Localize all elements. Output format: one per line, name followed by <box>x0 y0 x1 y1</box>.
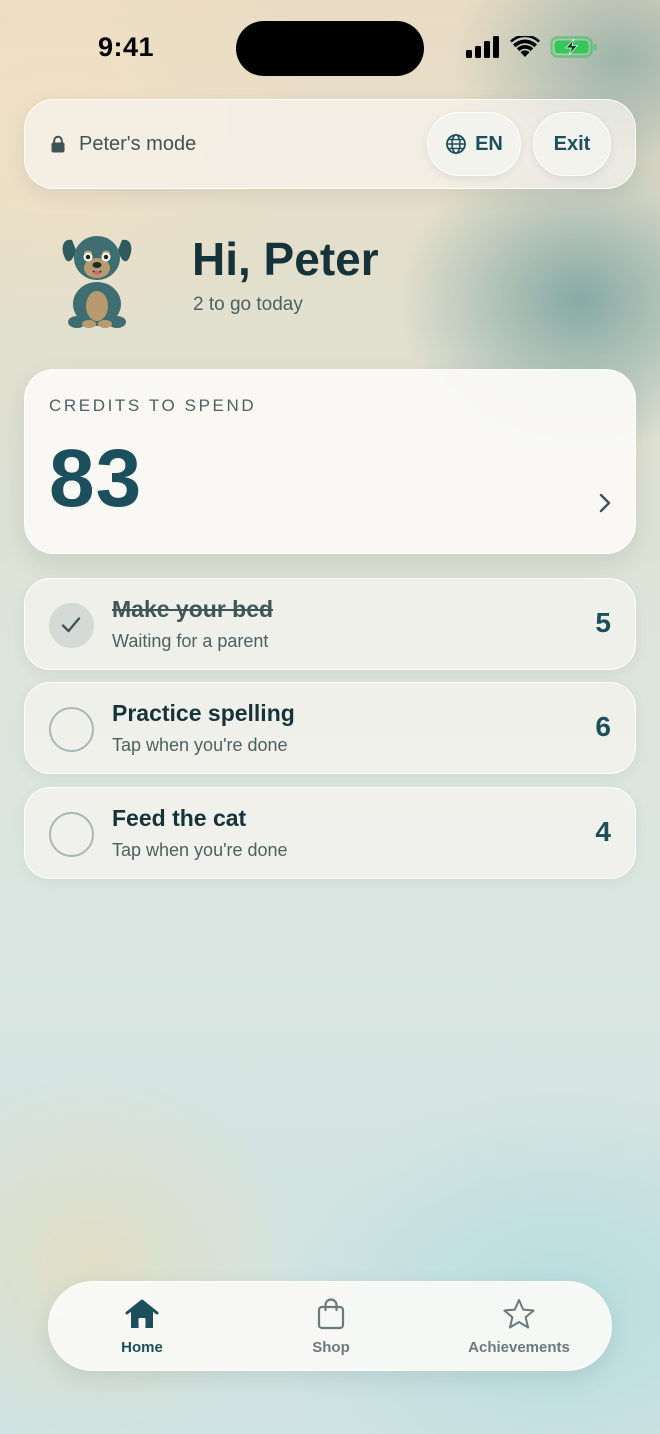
task-checkbox[interactable] <box>49 707 94 752</box>
task-credits: 4 <box>595 816 611 847</box>
greeting-subtitle: 2 to go today <box>193 294 303 315</box>
tab-label: Achievements <box>468 1339 570 1356</box>
status-icons <box>466 34 598 60</box>
task-status: Tap when you're done <box>112 840 288 860</box>
home-icon <box>125 1299 159 1328</box>
task-card-practice-spelling[interactable]: Practice spelling Tap when you're done 6 <box>24 682 636 774</box>
status-bar: 9:41 <box>0 0 660 96</box>
credits-label: CREDITS TO SPEND <box>49 396 257 415</box>
task-card-make-your-bed[interactable]: Make your bed Waiting for a parent 5 <box>24 578 636 670</box>
language-label: EN <box>475 132 503 155</box>
credits-value: 83 <box>49 433 143 524</box>
dog-avatar-icon <box>62 236 132 328</box>
shopping-bag-icon <box>317 1298 345 1330</box>
tab-home[interactable]: Home <box>67 1282 217 1372</box>
task-credits: 6 <box>595 711 611 742</box>
task-title: Feed the cat <box>112 805 247 831</box>
bottom-tab-bar: Home Shop Achievements <box>48 1281 612 1371</box>
task-checkbox[interactable] <box>49 812 94 857</box>
task-card-feed-the-cat[interactable]: Feed the cat Tap when you're done 4 <box>24 787 636 879</box>
task-status: Tap when you're done <box>112 735 288 755</box>
task-title: Practice spelling <box>112 700 295 726</box>
task-checkbox[interactable] <box>49 603 94 648</box>
tab-shop[interactable]: Shop <box>256 1282 406 1372</box>
credits-card[interactable]: CREDITS TO SPEND 83 <box>24 369 636 554</box>
chevron-right-icon <box>599 493 611 513</box>
lock-icon <box>51 135 65 153</box>
task-credits: 5 <box>595 607 611 638</box>
dynamic-island <box>236 21 424 76</box>
star-icon <box>503 1299 535 1329</box>
greeting-title: Hi, Peter <box>192 233 379 285</box>
tab-label: Home <box>121 1339 163 1356</box>
cellular-signal-icon <box>466 36 499 58</box>
wifi-icon <box>510 36 540 57</box>
battery-charging-icon <box>550 36 597 58</box>
task-status: Waiting for a parent <box>112 631 269 651</box>
globe-icon <box>446 134 466 154</box>
mode-label: Peter's mode <box>79 133 197 155</box>
mode-header: Peter's mode EN Exit <box>24 99 636 189</box>
status-time: 9:41 <box>98 32 155 62</box>
tab-achievements[interactable]: Achievements <box>444 1282 594 1372</box>
checkmark-icon <box>61 617 81 633</box>
task-title: Make your bed <box>112 596 274 622</box>
exit-button[interactable]: Exit <box>533 112 611 176</box>
tab-label: Shop <box>312 1339 350 1356</box>
language-button[interactable]: EN <box>427 112 521 176</box>
